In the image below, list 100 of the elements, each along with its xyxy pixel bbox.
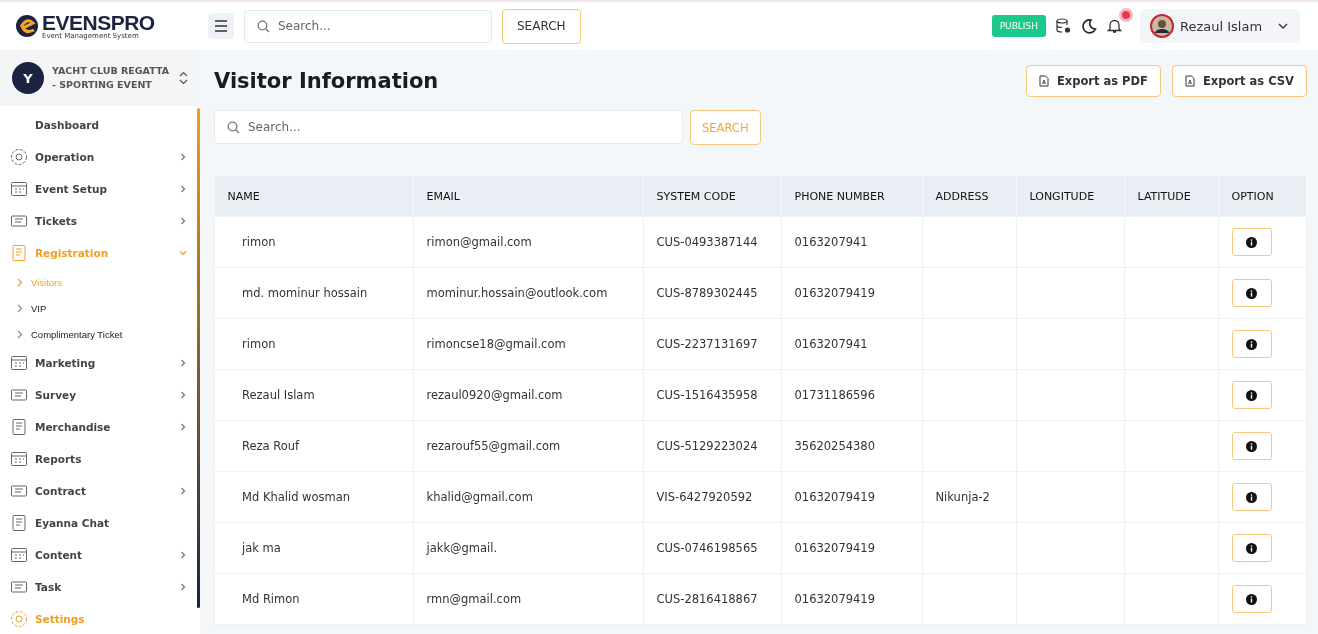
sidebar-item[interactable]: Marketing <box>0 347 200 379</box>
menu-icon <box>214 20 228 32</box>
column-header: SYSTEM CODE <box>656 189 736 203</box>
bell-icon[interactable] <box>1107 18 1122 34</box>
sidebar-item[interactable]: Content <box>0 539 200 571</box>
gear-icon <box>10 148 28 166</box>
table-cell: rimoncse18@gmail.com <box>426 337 566 351</box>
chevron-icon <box>178 152 188 162</box>
table-cell: rezarouf55@gmail.com <box>426 439 561 453</box>
info-icon <box>1246 593 1257 605</box>
sidebar-item[interactable]: Reports <box>0 443 200 475</box>
table-cell: rezaul0920@gmail.com <box>426 388 563 402</box>
chevron-icon <box>178 184 188 194</box>
table-cell: jakk@gmail. <box>426 541 498 555</box>
table-cell: CUS-0493387144 <box>656 235 758 249</box>
sidebar-item[interactable]: Contract <box>0 475 200 507</box>
table-cell: 0163207941 <box>794 235 868 249</box>
table-cell: Reza Rouf <box>242 439 300 453</box>
document-icon <box>10 244 28 262</box>
info-button[interactable] <box>1231 483 1272 511</box>
page-title: Visitor Information <box>214 69 439 93</box>
info-button[interactable] <box>1231 381 1272 409</box>
chevron-icon <box>178 486 188 496</box>
up-down-chevron-icon <box>179 70 188 86</box>
user-menu[interactable]: Rezaul Islam <box>1140 9 1300 43</box>
table-cell: CUS-2237131697 <box>656 337 758 351</box>
avatar-icon <box>1150 14 1174 38</box>
chevron-icon <box>178 550 188 560</box>
info-icon <box>1246 236 1257 248</box>
sidebar-item[interactable]: Eyanna Chat <box>0 507 200 539</box>
sidebar-item[interactable]: Survey <box>0 379 200 411</box>
chevron-icon <box>178 390 188 400</box>
chevron-icon <box>16 277 24 287</box>
info-icon <box>1246 440 1257 452</box>
export-button[interactable]: Export as CSV <box>1171 65 1307 97</box>
table-cell: 01632079419 <box>794 541 875 555</box>
table-cell: rimon <box>242 235 276 249</box>
table-cell: 01731186596 <box>794 388 875 402</box>
search-field[interactable]: Search... <box>214 110 683 144</box>
file-icon <box>1038 75 1049 87</box>
table-cell: CUS-5129223024 <box>656 439 758 453</box>
brand-name: EVENSPRO <box>42 12 155 33</box>
table-cell: 01632079419 <box>794 286 875 300</box>
sidebar-subitem[interactable]: VIP <box>0 295 200 321</box>
caret-icon <box>1278 23 1288 29</box>
logo-icon <box>14 13 40 39</box>
table-cell: Nikunja-2 <box>935 490 990 504</box>
info-icon <box>1246 542 1257 554</box>
table-cell: Rezaul Islam <box>242 388 315 402</box>
chevron-icon <box>178 358 188 368</box>
search-field[interactable]: Search... <box>244 9 492 43</box>
sidebar-item[interactable]: Dashboard <box>0 109 200 141</box>
chevron-icon <box>16 303 24 313</box>
sidebar-item[interactable]: Task <box>0 571 200 603</box>
column-header: LATITUDE <box>1137 189 1191 203</box>
table-cell: rimon@gmail.com <box>426 235 532 249</box>
sidebar-item[interactable]: Event Setup <box>0 173 200 205</box>
info-icon <box>1246 389 1257 401</box>
column-header: EMAIL <box>426 189 460 203</box>
search-button[interactable]: SEARCH <box>502 8 581 44</box>
gear-icon <box>10 610 28 628</box>
sidebar-item[interactable]: Tickets <box>0 205 200 237</box>
table-cell: 0163207941 <box>794 337 868 351</box>
info-button[interactable] <box>1231 585 1272 613</box>
column-header: PHONE NUMBER <box>794 189 885 203</box>
info-button[interactable] <box>1231 432 1272 460</box>
column-header: OPTION <box>1231 189 1274 203</box>
table-cell: Md Khalid wosman <box>242 490 351 504</box>
moon-icon[interactable] <box>1081 18 1097 34</box>
database-icon[interactable] <box>1056 18 1071 34</box>
chevron-icon <box>178 248 188 258</box>
table-cell: rmn@gmail.com <box>426 592 522 606</box>
calendar-icon <box>10 180 28 198</box>
ticket-icon <box>10 212 28 230</box>
export-button[interactable]: Export as PDF <box>1025 65 1161 97</box>
info-button[interactable] <box>1231 228 1272 256</box>
info-icon <box>1246 491 1257 503</box>
sidebar-subitem[interactable]: Complimentary Ticket <box>0 321 200 347</box>
info-button[interactable] <box>1231 330 1272 358</box>
sidebar-item[interactable]: Merchandise <box>0 411 200 443</box>
table-cell: 01632079419 <box>794 592 875 606</box>
file-icon <box>1184 75 1195 87</box>
table-cell: Md Rimon <box>242 592 300 606</box>
event-switcher[interactable]: Y YACHT CLUB REGATTA - SPORTING EVENT <box>0 50 200 106</box>
info-button[interactable] <box>1231 534 1272 562</box>
table-cell: 01632079419 <box>794 490 875 504</box>
column-header: NAME <box>227 189 260 203</box>
table-cell: rimon <box>242 337 276 351</box>
table-cell: jak ma <box>242 541 281 555</box>
chevron-icon <box>178 422 188 432</box>
table-cell: 35620254380 <box>794 439 875 453</box>
table-cell: khalid@gmail.com <box>426 490 533 504</box>
table-cell: CUS-0746198565 <box>656 541 758 555</box>
chevron-icon <box>178 582 188 592</box>
sidebar-item[interactable]: Operation <box>0 141 200 173</box>
table-cell: md. mominur hossain <box>242 286 368 300</box>
menu-button[interactable] <box>208 13 234 39</box>
info-button[interactable] <box>1231 279 1272 307</box>
table-cell: CUS-1516435958 <box>656 388 758 402</box>
info-icon <box>1246 287 1257 299</box>
